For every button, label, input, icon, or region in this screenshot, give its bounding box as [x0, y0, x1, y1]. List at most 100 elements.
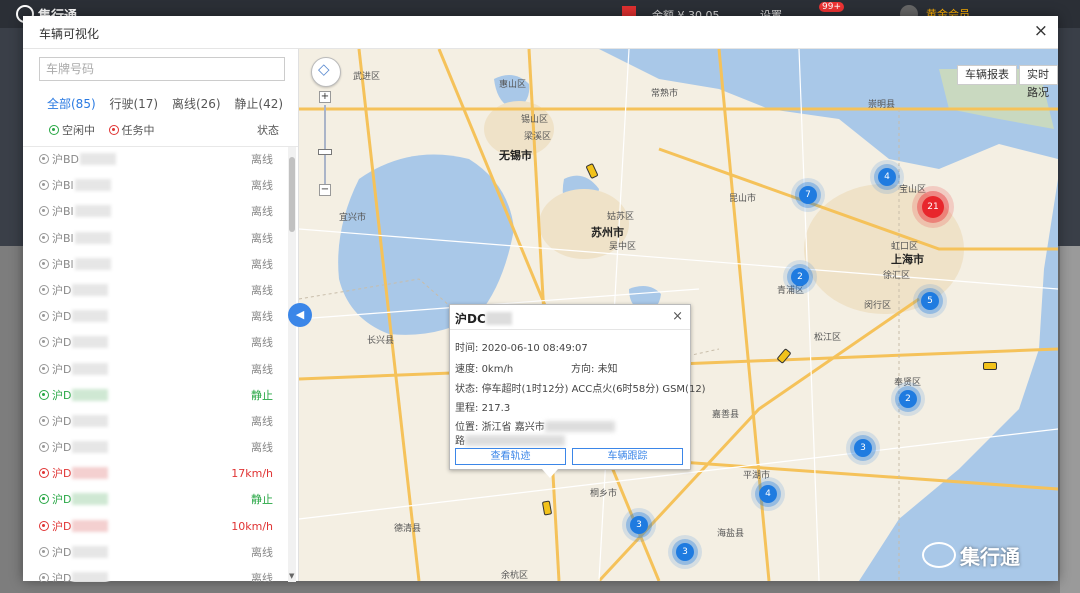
- map-label: 锡山区: [521, 115, 549, 125]
- zoom-out-button[interactable]: −: [319, 184, 331, 196]
- vehicle-cluster-marker[interactable]: 2: [791, 268, 809, 286]
- vehicle-cluster-marker[interactable]: 4: [759, 485, 777, 503]
- vehicle-list-item[interactable]: 沪D 10km/h: [23, 514, 298, 540]
- vehicle-status-dot-icon: [39, 389, 49, 400]
- tab-offline[interactable]: 离线(26): [172, 97, 221, 111]
- vehicle-status-dot-icon: [39, 311, 49, 322]
- vehicle-plate: 沪D: [52, 545, 109, 559]
- vehicle-list-item[interactable]: 沪BD 离线: [23, 147, 298, 173]
- vehicle-status-dot-icon: [39, 546, 49, 557]
- popup-speed-row: 速度: 0km/h: [455, 364, 514, 375]
- map-view[interactable]: 武进区 惠山区 锡山区 梁溪区 无锡市 常熟市 崇明县 宝山区 昆山市 姑苏区 …: [299, 49, 1058, 581]
- tab-moving[interactable]: 行驶(17): [109, 97, 158, 111]
- vehicle-cluster-marker[interactable]: 3: [854, 439, 872, 457]
- pan-control-icon[interactable]: [311, 57, 341, 87]
- map-label: 海盐县: [717, 529, 745, 539]
- vehicle-list-item[interactable]: 沪D 离线: [23, 304, 298, 330]
- vehicle-status: 离线: [251, 336, 273, 350]
- close-icon[interactable]: ×: [1034, 22, 1048, 40]
- vehicle-list-item[interactable]: 沪Bl 离线: [23, 252, 298, 278]
- redacted-plate: [72, 310, 109, 323]
- vehicle-status-dot-icon: [39, 573, 49, 582]
- vehicle-status-dot-icon: [39, 258, 49, 269]
- legend-task: 任务中: [108, 122, 155, 138]
- modal-title: 车辆可视化: [39, 27, 100, 41]
- vehicle-cluster-marker[interactable]: 2: [899, 390, 917, 408]
- vehicle-list-item[interactable]: 沪D 离线: [23, 540, 298, 566]
- map-label: 嘉善县: [712, 410, 740, 420]
- vehicle-report-button[interactable]: 车辆报表: [957, 65, 1017, 85]
- redacted-plate: [80, 153, 117, 165]
- background-scroll-area: [1060, 246, 1080, 593]
- popup-location-row: 位置: 浙江省 嘉兴市: [455, 418, 615, 433]
- vehicle-list-item[interactable]: 沪Bl 离线: [23, 173, 298, 199]
- map-label: 桐乡市: [590, 489, 618, 499]
- vehicle-list-item[interactable]: 沪D 离线: [23, 357, 298, 383]
- vehicle-list-item[interactable]: 沪Bl 离线: [23, 226, 298, 252]
- vehicle-list-item[interactable]: 沪D 17km/h: [23, 461, 298, 487]
- map-label: 闵行区: [864, 301, 892, 311]
- tab-stationary[interactable]: 静止(42): [234, 97, 283, 111]
- map-label: 常熟市: [651, 89, 679, 99]
- vehicle-status: 离线: [251, 257, 273, 271]
- vehicle-cluster-marker[interactable]: 3: [676, 543, 694, 561]
- vehicle-plate: 沪Bl: [52, 231, 111, 245]
- vehicle-list[interactable]: 沪BD 离线 沪Bl 离线 沪Bl 离线 沪Bl 离线 沪Bl 离线 沪D 离线 沪D 离线 沪D 离线 沪D 离…: [23, 146, 298, 582]
- tab-all[interactable]: 全部(85): [47, 97, 96, 111]
- zoom-slider-handle[interactable]: [318, 149, 332, 155]
- collapse-panel-icon[interactable]: ◀: [288, 303, 312, 327]
- zoom-in-button[interactable]: +: [319, 91, 331, 103]
- vehicle-plate: 沪D: [52, 362, 109, 376]
- map-label: 苏州市: [591, 226, 624, 239]
- view-track-button[interactable]: 查看轨迹: [455, 448, 566, 465]
- vehicle-status: 离线: [251, 153, 273, 166]
- map-label: 姑苏区: [607, 212, 635, 222]
- vehicle-list-item[interactable]: 沪D 静止: [23, 487, 298, 513]
- redacted-plate: [72, 519, 109, 532]
- vehicle-status: 17km/h: [231, 467, 273, 481]
- redacted-plate: [72, 441, 109, 454]
- scroll-down-icon[interactable]: ▼: [289, 572, 294, 580]
- vehicle-list-item[interactable]: 沪D 离线: [23, 566, 298, 582]
- vehicle-status-dot-icon: [39, 284, 49, 295]
- vehicle-car-icon[interactable]: [983, 362, 997, 370]
- redacted-plate: [74, 179, 111, 192]
- modal-header: 车辆可视化 ×: [23, 16, 1058, 49]
- vehicle-follow-button[interactable]: 车辆跟踪: [572, 448, 683, 465]
- popup-close-icon[interactable]: ×: [672, 309, 683, 324]
- map-label: 梁溪区: [524, 132, 552, 142]
- vehicle-status-dot-icon: [39, 520, 49, 531]
- wechat-icon: [922, 542, 956, 568]
- status-tabs: 全部(85) 行驶(17) 离线(26) 静止(42): [47, 95, 293, 112]
- notification-badge[interactable]: 99+: [819, 2, 844, 12]
- vehicle-cluster-marker[interactable]: 7: [799, 186, 817, 204]
- redacted-address: [544, 421, 615, 432]
- vehicle-list-item[interactable]: 沪D 离线: [23, 409, 298, 435]
- vehicle-plate: 沪Bl: [52, 179, 111, 192]
- redacted-plate: [72, 572, 109, 582]
- vehicle-list-item[interactable]: 沪Bl 离线: [23, 199, 298, 225]
- vehicle-status-dot-icon: [39, 337, 49, 348]
- redacted-plate: [74, 257, 111, 270]
- vehicle-cluster-marker[interactable]: 5: [921, 292, 939, 310]
- popup-status-row: 状态: 停车超时(1时12分) ACC点火(6时58分) GSM(12): [455, 384, 706, 395]
- vehicle-cluster-marker[interactable]: 3: [630, 516, 648, 534]
- vehicle-list-item[interactable]: 沪D 离线: [23, 435, 298, 461]
- vehicle-list-item[interactable]: 沪D 静止: [23, 383, 298, 409]
- vehicle-cluster-marker[interactable]: 4: [878, 168, 896, 186]
- vehicle-cluster-marker[interactable]: 21: [922, 196, 944, 218]
- vehicle-list-item[interactable]: 沪D 离线: [23, 278, 298, 304]
- list-scrollbar[interactable]: ▼: [288, 147, 296, 582]
- plate-search-input[interactable]: [39, 57, 285, 81]
- vehicle-plate: 沪D: [52, 283, 109, 297]
- vehicle-status: 离线: [251, 205, 273, 219]
- vehicle-list-panel: 全部(85) 行驶(17) 离线(26) 静止(42) 空闲中 任务中 状态 沪…: [23, 49, 299, 582]
- idle-dot-icon: [49, 125, 59, 135]
- map-label: 崇明县: [868, 100, 896, 110]
- redacted-plate: [485, 312, 512, 325]
- scrollbar-thumb[interactable]: [289, 157, 295, 232]
- map-label: 惠山区: [499, 80, 527, 90]
- realtime-traffic-button[interactable]: 实时路况: [1019, 65, 1058, 99]
- vehicle-plate: 沪D: [52, 388, 109, 402]
- vehicle-list-item[interactable]: 沪D 离线: [23, 330, 298, 356]
